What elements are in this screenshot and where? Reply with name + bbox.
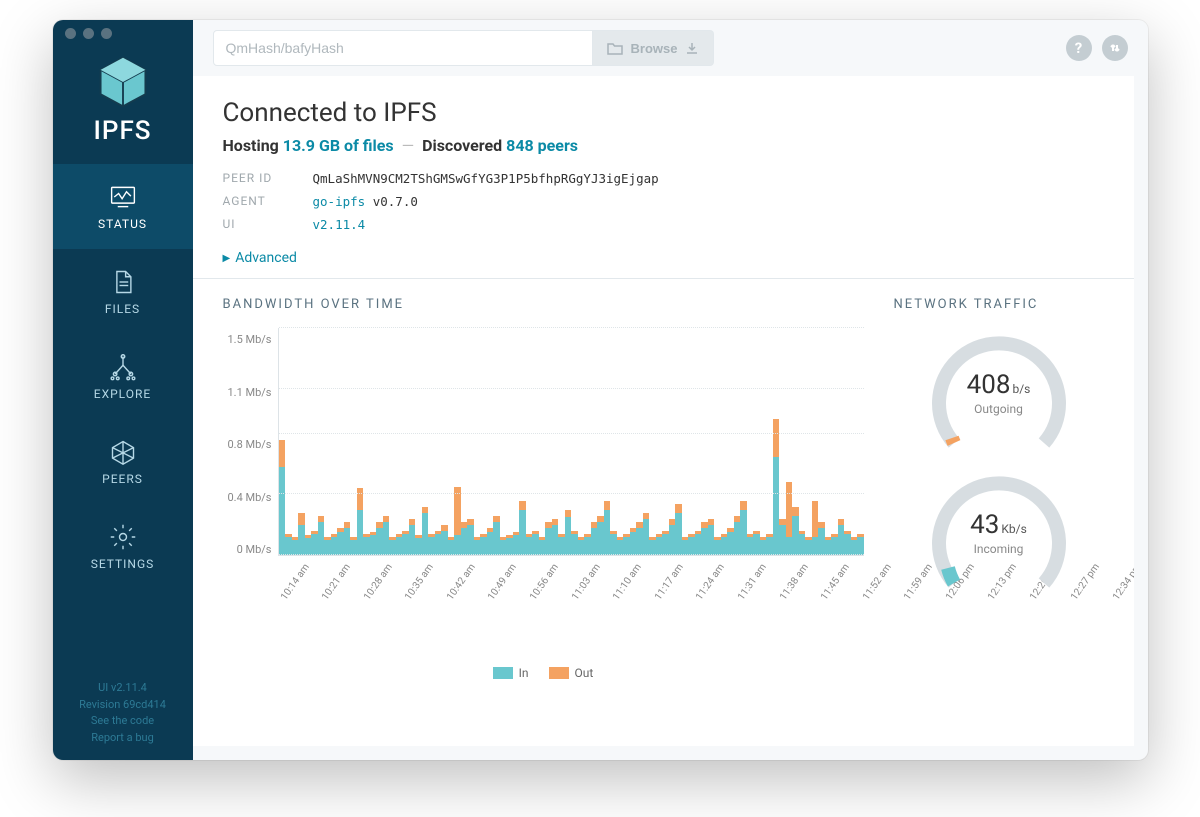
- legend-in: In: [493, 666, 529, 680]
- download-icon: [685, 41, 699, 55]
- swap-icon: [1108, 41, 1122, 55]
- legend-out: Out: [549, 666, 594, 680]
- content: Connected to IPFS Hosting 13.9 GB of fil…: [193, 76, 1134, 746]
- sidebar: IPFS STATUS FILES EXPLORE PEERS SETTINGS: [53, 20, 193, 760]
- discovered-value[interactable]: 848 peers: [506, 136, 578, 155]
- sidebar-item-peers[interactable]: PEERS: [53, 419, 193, 504]
- outgoing-value: 408: [967, 370, 1011, 400]
- sidebar-item-label: SETTINGS: [91, 557, 155, 571]
- help-button[interactable]: ?: [1066, 35, 1092, 61]
- hosting-prefix: Hosting: [223, 136, 279, 155]
- divider: [193, 278, 1134, 279]
- legend-swatch-in: [493, 667, 513, 679]
- ipfs-logo-icon: [95, 54, 151, 110]
- incoming-value: 43: [970, 510, 999, 540]
- chart-legend: In Out: [223, 666, 864, 680]
- agent-label: AGENT: [223, 194, 313, 209]
- outgoing-label: Outgoing: [924, 402, 1074, 416]
- explore-icon: [109, 353, 137, 381]
- bandwidth-panel: BANDWIDTH OVER TIME 1.5 Mb/s1.1 Mb/s0.8 …: [223, 297, 864, 680]
- chart-x-axis: 10:14 am10:21 am10:28 am10:35 am10:42 am…: [279, 596, 864, 607]
- status-subtitle: Hosting 13.9 GB of files — Discovered 84…: [223, 136, 1104, 155]
- sidebar-item-settings[interactable]: SETTINGS: [53, 504, 193, 589]
- discovered-prefix: Discovered: [422, 136, 502, 155]
- agent-version: v0.7.0: [373, 194, 418, 209]
- advanced-toggle[interactable]: Advanced: [223, 250, 1104, 266]
- sidebar-item-files[interactable]: FILES: [53, 249, 193, 334]
- bandwidth-chart: 1.5 Mb/s1.1 Mb/s0.8 Mb/s0.4 Mb/s0 Mb/s 1…: [223, 328, 864, 608]
- files-icon: [109, 268, 137, 296]
- logo: IPFS: [53, 46, 193, 164]
- dash: —: [398, 136, 419, 155]
- peer-id-value: QmLaShMVN9CM2TShGMSwGfYG3P1P5bfhpRGgYJ3i…: [313, 171, 1104, 186]
- main: Browse ? Connected to IPFS Hosting 13.9 …: [193, 20, 1148, 760]
- ui-version[interactable]: v2.11.4: [313, 217, 366, 232]
- sidebar-nav: STATUS FILES EXPLORE PEERS SETTINGS: [53, 164, 193, 589]
- sidebar-footer: UI v2.11.4 Revision 69cd414 See the code…: [53, 670, 193, 760]
- browse-button[interactable]: Browse: [593, 30, 715, 66]
- footer-report-bug[interactable]: Report a bug: [61, 730, 185, 747]
- legend-swatch-out: [549, 667, 569, 679]
- metrics-row: BANDWIDTH OVER TIME 1.5 Mb/s1.1 Mb/s0.8 …: [223, 297, 1104, 680]
- settings-icon: [109, 523, 137, 551]
- incoming-label: Incoming: [924, 542, 1074, 556]
- footer-see-code[interactable]: See the code: [61, 713, 185, 730]
- app-window: IPFS STATUS FILES EXPLORE PEERS SETTINGS: [53, 20, 1148, 760]
- sidebar-item-label: PEERS: [102, 472, 143, 486]
- chart-y-axis: 1.5 Mb/s1.1 Mb/s0.8 Mb/s0.4 Mb/s0 Mb/s: [223, 328, 278, 608]
- footer-revision[interactable]: Revision 69cd414: [61, 697, 185, 714]
- agent-name[interactable]: go-ipfs: [313, 194, 366, 209]
- outgoing-gauge: 408b/s Outgoing: [924, 328, 1074, 448]
- sidebar-item-explore[interactable]: EXPLORE: [53, 334, 193, 419]
- ui-label: UI: [223, 217, 313, 232]
- peer-id-label: PEER ID: [223, 171, 313, 186]
- sidebar-item-label: STATUS: [98, 217, 147, 231]
- status-icon: [109, 183, 137, 211]
- logo-text: IPFS: [93, 116, 151, 146]
- folder-icon: [607, 41, 623, 55]
- swap-button[interactable]: [1102, 35, 1128, 61]
- sidebar-item-label: FILES: [105, 302, 140, 316]
- close-dot[interactable]: [65, 28, 76, 39]
- advanced-label: Advanced: [235, 250, 297, 266]
- window-titlebar: [53, 20, 193, 46]
- peers-icon: [109, 438, 137, 466]
- info-table: PEER ID QmLaShMVN9CM2TShGMSwGfYG3P1P5bfh…: [223, 171, 1104, 232]
- status-title: Connected to IPFS: [223, 98, 1104, 128]
- legend-in-label: In: [519, 666, 529, 680]
- sidebar-item-status[interactable]: STATUS: [53, 164, 193, 249]
- agent-value: go-ipfs v0.7.0: [313, 194, 1104, 209]
- incoming-gauge: 43Kb/s Incoming: [924, 468, 1074, 588]
- legend-out-label: Out: [575, 666, 594, 680]
- hosting-value[interactable]: 13.9 GB of files: [283, 136, 394, 155]
- chart-plot: 10:14 am10:21 am10:28 am10:35 am10:42 am…: [278, 328, 864, 556]
- bandwidth-title: BANDWIDTH OVER TIME: [223, 297, 864, 312]
- traffic-title: NETWORK TRAFFIC: [894, 297, 1104, 312]
- sidebar-item-label: EXPLORE: [94, 387, 151, 401]
- minimize-dot[interactable]: [83, 28, 94, 39]
- outgoing-unit: b/s: [1012, 382, 1030, 396]
- footer-ui-version[interactable]: UI v2.11.4: [61, 680, 185, 697]
- traffic-panel: NETWORK TRAFFIC 408b/s Outgoing: [894, 297, 1104, 680]
- browse-label: Browse: [631, 41, 678, 56]
- topbar: Browse ?: [193, 20, 1148, 76]
- hash-search-input[interactable]: [213, 30, 593, 66]
- maximize-dot[interactable]: [101, 28, 112, 39]
- incoming-unit: Kb/s: [1001, 522, 1026, 536]
